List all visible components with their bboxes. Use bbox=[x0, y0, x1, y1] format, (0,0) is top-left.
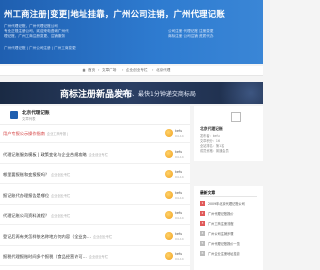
avatar[interactable] bbox=[165, 129, 173, 137]
article-date: 04-14 bbox=[175, 257, 184, 261]
avatar[interactable] bbox=[165, 149, 173, 158]
banner-decoration bbox=[209, 82, 263, 104]
promo-banner[interactable]: 商标注册新品发布 极速申报、最快1分钟递交商标局 bbox=[0, 82, 263, 104]
latest-article-title[interactable]: 广州代理记账报价 bbox=[208, 211, 234, 216]
article-author[interactable]: kefu bbox=[175, 211, 182, 215]
home-icon[interactable] bbox=[82, 68, 86, 72]
author-info: 成员资格：普通会员 bbox=[200, 149, 229, 153]
latest-article-item[interactable]: 3 广州工商注册流程 bbox=[200, 220, 260, 228]
article-row[interactable]: 用户专报公示操作指南 企业工商专报 | kefu 04-14 bbox=[0, 126, 190, 143]
avatar[interactable] bbox=[165, 252, 173, 260]
latest-article-title[interactable]: 广州企业注册地址挂靠 bbox=[208, 251, 240, 256]
latest-article-title[interactable]: 广州工商注册流程 bbox=[208, 221, 234, 226]
avatar[interactable] bbox=[165, 231, 173, 240]
rank-badge: 5 bbox=[200, 241, 205, 246]
article-row[interactable]: 报记账代办理报告是哪位 企业创业专栏 kefu 04-14 bbox=[0, 188, 190, 205]
rank-badge: 3 bbox=[200, 221, 205, 226]
article-row[interactable]: 哪里要报账和变报报吗？ 企业创业专栏 kefu 04-14 bbox=[0, 167, 190, 184]
article-title[interactable]: 代理记账服务模板 | 政策变化与企业合规攻略 企业创业专栏 bbox=[3, 152, 108, 158]
latest-article-item[interactable]: 2 广州代理记账报价 bbox=[200, 210, 260, 218]
article-date: 04-14 bbox=[175, 236, 184, 241]
category-icon bbox=[10, 111, 18, 119]
breadcrumb-item[interactable]: 企业创业专栏 bbox=[126, 68, 148, 73]
article-author[interactable]: kefu bbox=[175, 150, 182, 154]
article-category[interactable]: 企业创业专栏 bbox=[89, 255, 108, 259]
article-category[interactable]: 企业工商专报 | bbox=[47, 132, 68, 136]
rank-badge: 6 bbox=[200, 251, 205, 256]
latest-article-title[interactable]: 广州公司注销步骤 bbox=[208, 231, 234, 236]
section-header: 北京代理记账 文章列表 bbox=[0, 108, 190, 125]
rank-badge: 2 bbox=[200, 211, 205, 216]
divider bbox=[200, 196, 257, 197]
article-author[interactable]: kefu bbox=[175, 170, 182, 174]
latest-articles-box: 最新文章 1 2009年北京代理记账公司 2 广州代理记账报价 3 广州工商注册流程 4 广州… bbox=[194, 186, 263, 270]
article-author[interactable]: kefu bbox=[175, 232, 182, 236]
latest-article-item[interactable]: 1 2009年北京代理记账公司 bbox=[200, 200, 260, 208]
site-title[interactable]: 州工商注册|变更|地址挂靠，广州公司注销，广州代理记账 bbox=[4, 8, 225, 20]
article-category[interactable]: 企业创业专栏 bbox=[51, 194, 70, 198]
latest-article-item[interactable]: 5 广州代理记账报价一览 bbox=[200, 240, 260, 248]
article-list-panel: 北京代理记账 文章列表 用户专报公示操作指南 企业工商专报 | kefu 04-14 代… bbox=[0, 106, 190, 270]
article-row[interactable]: 代理记账服务模板 | 政策变化与企业合规攻略 企业创业专栏 kefu 04-14 bbox=[0, 147, 190, 164]
avatar[interactable] bbox=[165, 190, 173, 199]
article-author[interactable]: kefu bbox=[175, 129, 182, 133]
section-subtitle: 文章列表 bbox=[22, 117, 36, 121]
article-category[interactable]: 企业创业专栏 bbox=[51, 214, 70, 218]
header-right-line: 商标注册 公司注销 资质代办 bbox=[168, 34, 214, 38]
article-category[interactable]: 企业创业专栏 bbox=[51, 173, 70, 177]
breadcrumb: 首页 › 文章广场 › 企业创业专栏 › 北京代理 bbox=[0, 66, 263, 76]
breadcrumb-home[interactable]: 首页 bbox=[88, 68, 95, 73]
author-name[interactable]: 北京代理记账 bbox=[200, 126, 223, 132]
article-author[interactable]: kefu bbox=[175, 252, 182, 256]
header-tagline: 广州代理记账 | 广州公司注册 | 广州工商变更 bbox=[4, 46, 76, 50]
article-title[interactable]: 报记账代办理报告是哪位 企业创业专栏 bbox=[3, 193, 70, 199]
header-line: 理记账、广州工商注册变更、注销服务 bbox=[4, 34, 66, 38]
article-category[interactable]: 企业创业专栏 bbox=[89, 153, 108, 157]
author-avatar[interactable] bbox=[231, 112, 241, 122]
author-card: 北京代理记账 发布者：kefu 文章积分：16 全站排名：第1名 成员资格：普通… bbox=[194, 106, 263, 161]
breadcrumb-item[interactable]: 文章广场 bbox=[102, 68, 116, 73]
site-header: 州工商注册|变更|地址挂靠，广州公司注销，广州代理记账 广州代理记账，广州代理记… bbox=[0, 0, 263, 64]
article-date: 04-14 bbox=[175, 195, 184, 200]
article-title[interactable]: 报税代理报账时间多个报税（食品经营许可… 企业创业专栏 bbox=[3, 254, 108, 260]
article-category[interactable]: 企业创业专栏 bbox=[93, 235, 112, 239]
article-date: 04-14 bbox=[175, 216, 184, 220]
article-date: 04-14 bbox=[175, 154, 184, 159]
avatar[interactable] bbox=[165, 170, 173, 178]
breadcrumb-current: 北京代理 bbox=[156, 68, 171, 72]
article-date: 04-14 bbox=[175, 134, 184, 138]
banner-subline: 极速申报、最快1分钟递交商标局 bbox=[108, 91, 196, 98]
article-row[interactable]: 报税代理报账时间多个报税（食品经营许可… 企业创业专栏 kefu 04-14 bbox=[0, 249, 190, 266]
rank-badge: 1 bbox=[200, 201, 205, 206]
article-row[interactable]: 登记后再有关怎样依名称地方何内容（全业务… 企业创业专栏 kefu 04-14 bbox=[0, 229, 190, 246]
article-row[interactable]: 代理记账公司资料流程？ 企业创业专栏 kefu 04-14 bbox=[0, 208, 190, 225]
article-title[interactable]: 登记后再有关怎样依名称地方何内容（全业务… 企业创业专栏 bbox=[3, 234, 112, 240]
article-title[interactable]: 用户专报公示操作指南 企业工商专报 | bbox=[3, 131, 68, 137]
rank-badge: 4 bbox=[200, 231, 205, 236]
latest-article-title[interactable]: 2009年北京代理记账公司 bbox=[208, 201, 245, 206]
latest-article-item[interactable]: 6 广州企业注册地址挂靠 bbox=[200, 250, 260, 258]
latest-article-item[interactable]: 4 广州公司注销步骤 bbox=[200, 230, 260, 238]
latest-article-title[interactable]: 广州代理记账报价一览 bbox=[208, 241, 240, 246]
avatar[interactable] bbox=[165, 211, 173, 219]
article-author[interactable]: kefu bbox=[175, 191, 182, 195]
article-date: 04-14 bbox=[175, 175, 184, 179]
sidebar: 北京代理记账 发布者：kefu 文章积分：16 全站排名：第1名 成员资格：普通… bbox=[194, 106, 263, 270]
article-title[interactable]: 代理记账公司资料流程？ 企业创业专栏 bbox=[3, 213, 70, 219]
article-title[interactable]: 哪里要报账和变报报吗？ 企业创业专栏 bbox=[3, 172, 70, 178]
